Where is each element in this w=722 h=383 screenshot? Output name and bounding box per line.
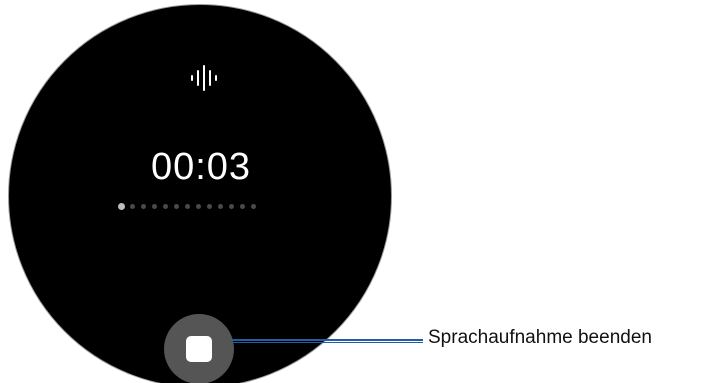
progress-dot-active — [117, 202, 125, 210]
progress-dot — [228, 203, 234, 209]
progress-dot — [239, 203, 245, 209]
waveform-icon — [191, 65, 217, 91]
progress-dot — [206, 203, 212, 209]
progress-dot — [250, 203, 256, 209]
progress-dot — [184, 203, 190, 209]
progress-dot — [195, 203, 201, 209]
progress-dots — [9, 201, 391, 211]
callout-line-secondary — [232, 342, 423, 343]
progress-dot — [129, 203, 135, 209]
stop-recording-button[interactable] — [164, 314, 234, 383]
progress-dot — [173, 203, 179, 209]
callout-label: Sprachaufnahme beenden — [428, 327, 652, 348]
progress-dot — [162, 203, 168, 209]
callout-line — [232, 339, 423, 341]
watch-face: 00:03 — [8, 4, 392, 383]
recording-timer: 00:03 — [150, 146, 252, 188]
progress-dot — [151, 203, 157, 209]
progress-dot — [140, 203, 146, 209]
screen: 00:03 Sprachaufnahme beenden — [0, 0, 722, 383]
progress-dot — [217, 203, 223, 209]
stop-icon — [186, 336, 212, 362]
